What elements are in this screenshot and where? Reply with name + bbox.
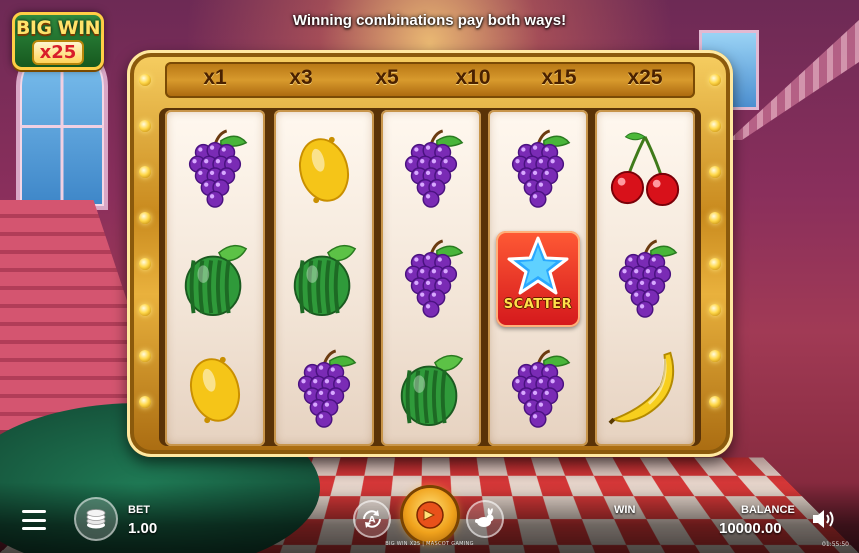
multiplier-label: x15 bbox=[541, 66, 577, 89]
multiplier-label: x25 bbox=[627, 66, 663, 89]
frame-bulb bbox=[709, 212, 721, 224]
spin-button[interactable] bbox=[403, 488, 457, 542]
watermelon-icon bbox=[293, 244, 357, 317]
cherries-icon bbox=[610, 132, 680, 207]
bet-chips-button[interactable] bbox=[74, 497, 118, 541]
reel-5 bbox=[595, 110, 695, 446]
lemon-icon bbox=[299, 136, 349, 204]
reel-2 bbox=[274, 110, 374, 446]
symbol-grapes bbox=[381, 224, 481, 334]
symbol-grapes bbox=[488, 334, 588, 444]
bet-value: 1.00 bbox=[128, 520, 158, 537]
autoplay-icon: A bbox=[363, 510, 381, 528]
multiplier-label: x3 bbox=[289, 66, 313, 89]
reel-3 bbox=[381, 110, 481, 446]
multiplier-label: x5 bbox=[375, 66, 399, 89]
frame-bulb bbox=[139, 350, 151, 362]
multiplier-bar: x1 x3 x5 x10 x15 x25 bbox=[165, 62, 695, 98]
watermelon-icon bbox=[184, 244, 248, 317]
symbol-lemon bbox=[274, 114, 374, 224]
frame-bulb bbox=[709, 396, 721, 408]
symbol-watermelon bbox=[274, 224, 374, 334]
grapes-icon bbox=[618, 239, 678, 318]
multiplier-label: x10 bbox=[455, 66, 491, 89]
turbo-button[interactable] bbox=[466, 500, 504, 538]
sound-button[interactable] bbox=[811, 507, 837, 531]
balance-label: BALANCE bbox=[741, 504, 795, 516]
symbol-grapes bbox=[165, 114, 265, 224]
grapes-icon bbox=[511, 129, 571, 208]
frame-bulb bbox=[139, 258, 151, 270]
frame-bulb bbox=[139, 396, 151, 408]
game-footer: BIG WIN X25 | MASCOT GAMING bbox=[385, 541, 474, 547]
speaker-icon bbox=[813, 510, 834, 528]
frame-bulb bbox=[139, 74, 151, 86]
banana-icon bbox=[608, 351, 675, 425]
frame-bulb bbox=[139, 166, 151, 178]
win-label: WIN bbox=[614, 504, 636, 516]
frame-bulb bbox=[709, 166, 721, 178]
frame-bulb bbox=[709, 74, 721, 86]
symbol-cherries bbox=[595, 114, 695, 224]
reel-1 bbox=[165, 110, 265, 446]
logo-multiplier: x25 bbox=[31, 40, 85, 65]
info-message: Winning combinations pay both ways! bbox=[292, 12, 567, 29]
frame-bulb bbox=[709, 350, 721, 362]
grapes-icon bbox=[511, 349, 571, 428]
symbol-grapes bbox=[488, 114, 588, 224]
frame-bulb bbox=[139, 304, 151, 316]
symbol-lemon bbox=[165, 334, 265, 444]
symbol-watermelon bbox=[381, 334, 481, 444]
reels-frame: x1 x3 x5 x10 x15 x25 SCATTER bbox=[127, 50, 733, 457]
frame-bulb bbox=[139, 120, 151, 132]
symbol-scatter: SCATTER bbox=[488, 224, 588, 334]
symbol-grapes bbox=[595, 224, 695, 334]
frame-bulb bbox=[709, 120, 721, 132]
frame-bulb bbox=[139, 212, 151, 224]
grapes-icon bbox=[188, 129, 248, 208]
menu-button[interactable] bbox=[22, 510, 46, 530]
star-icon bbox=[507, 236, 569, 295]
bet-label: BET bbox=[128, 504, 150, 516]
frame-bulb bbox=[709, 258, 721, 270]
symbol-grapes bbox=[381, 114, 481, 224]
scatter-symbol: SCATTER bbox=[496, 231, 580, 327]
chips-icon bbox=[86, 509, 106, 529]
watermelon-icon bbox=[400, 354, 464, 427]
symbol-watermelon bbox=[165, 224, 265, 334]
autoplay-button[interactable]: A bbox=[353, 500, 391, 538]
rabbit-icon bbox=[475, 508, 494, 527]
symbol-grapes bbox=[274, 334, 374, 444]
symbol-banana bbox=[595, 334, 695, 444]
scatter-label: SCATTER bbox=[503, 297, 573, 312]
multiplier-label: x1 bbox=[203, 66, 227, 89]
reel-4: SCATTER bbox=[488, 110, 588, 446]
clock: 01:55:50 bbox=[822, 541, 849, 548]
grapes-icon bbox=[297, 349, 357, 428]
spin-arrow-icon bbox=[416, 501, 444, 529]
frame-bulb bbox=[709, 304, 721, 316]
grapes-icon bbox=[404, 129, 464, 208]
grapes-icon bbox=[404, 239, 464, 318]
balance-value: 10000.00 bbox=[719, 520, 782, 537]
lemon-icon bbox=[190, 356, 240, 424]
svg-text:A: A bbox=[369, 516, 376, 526]
